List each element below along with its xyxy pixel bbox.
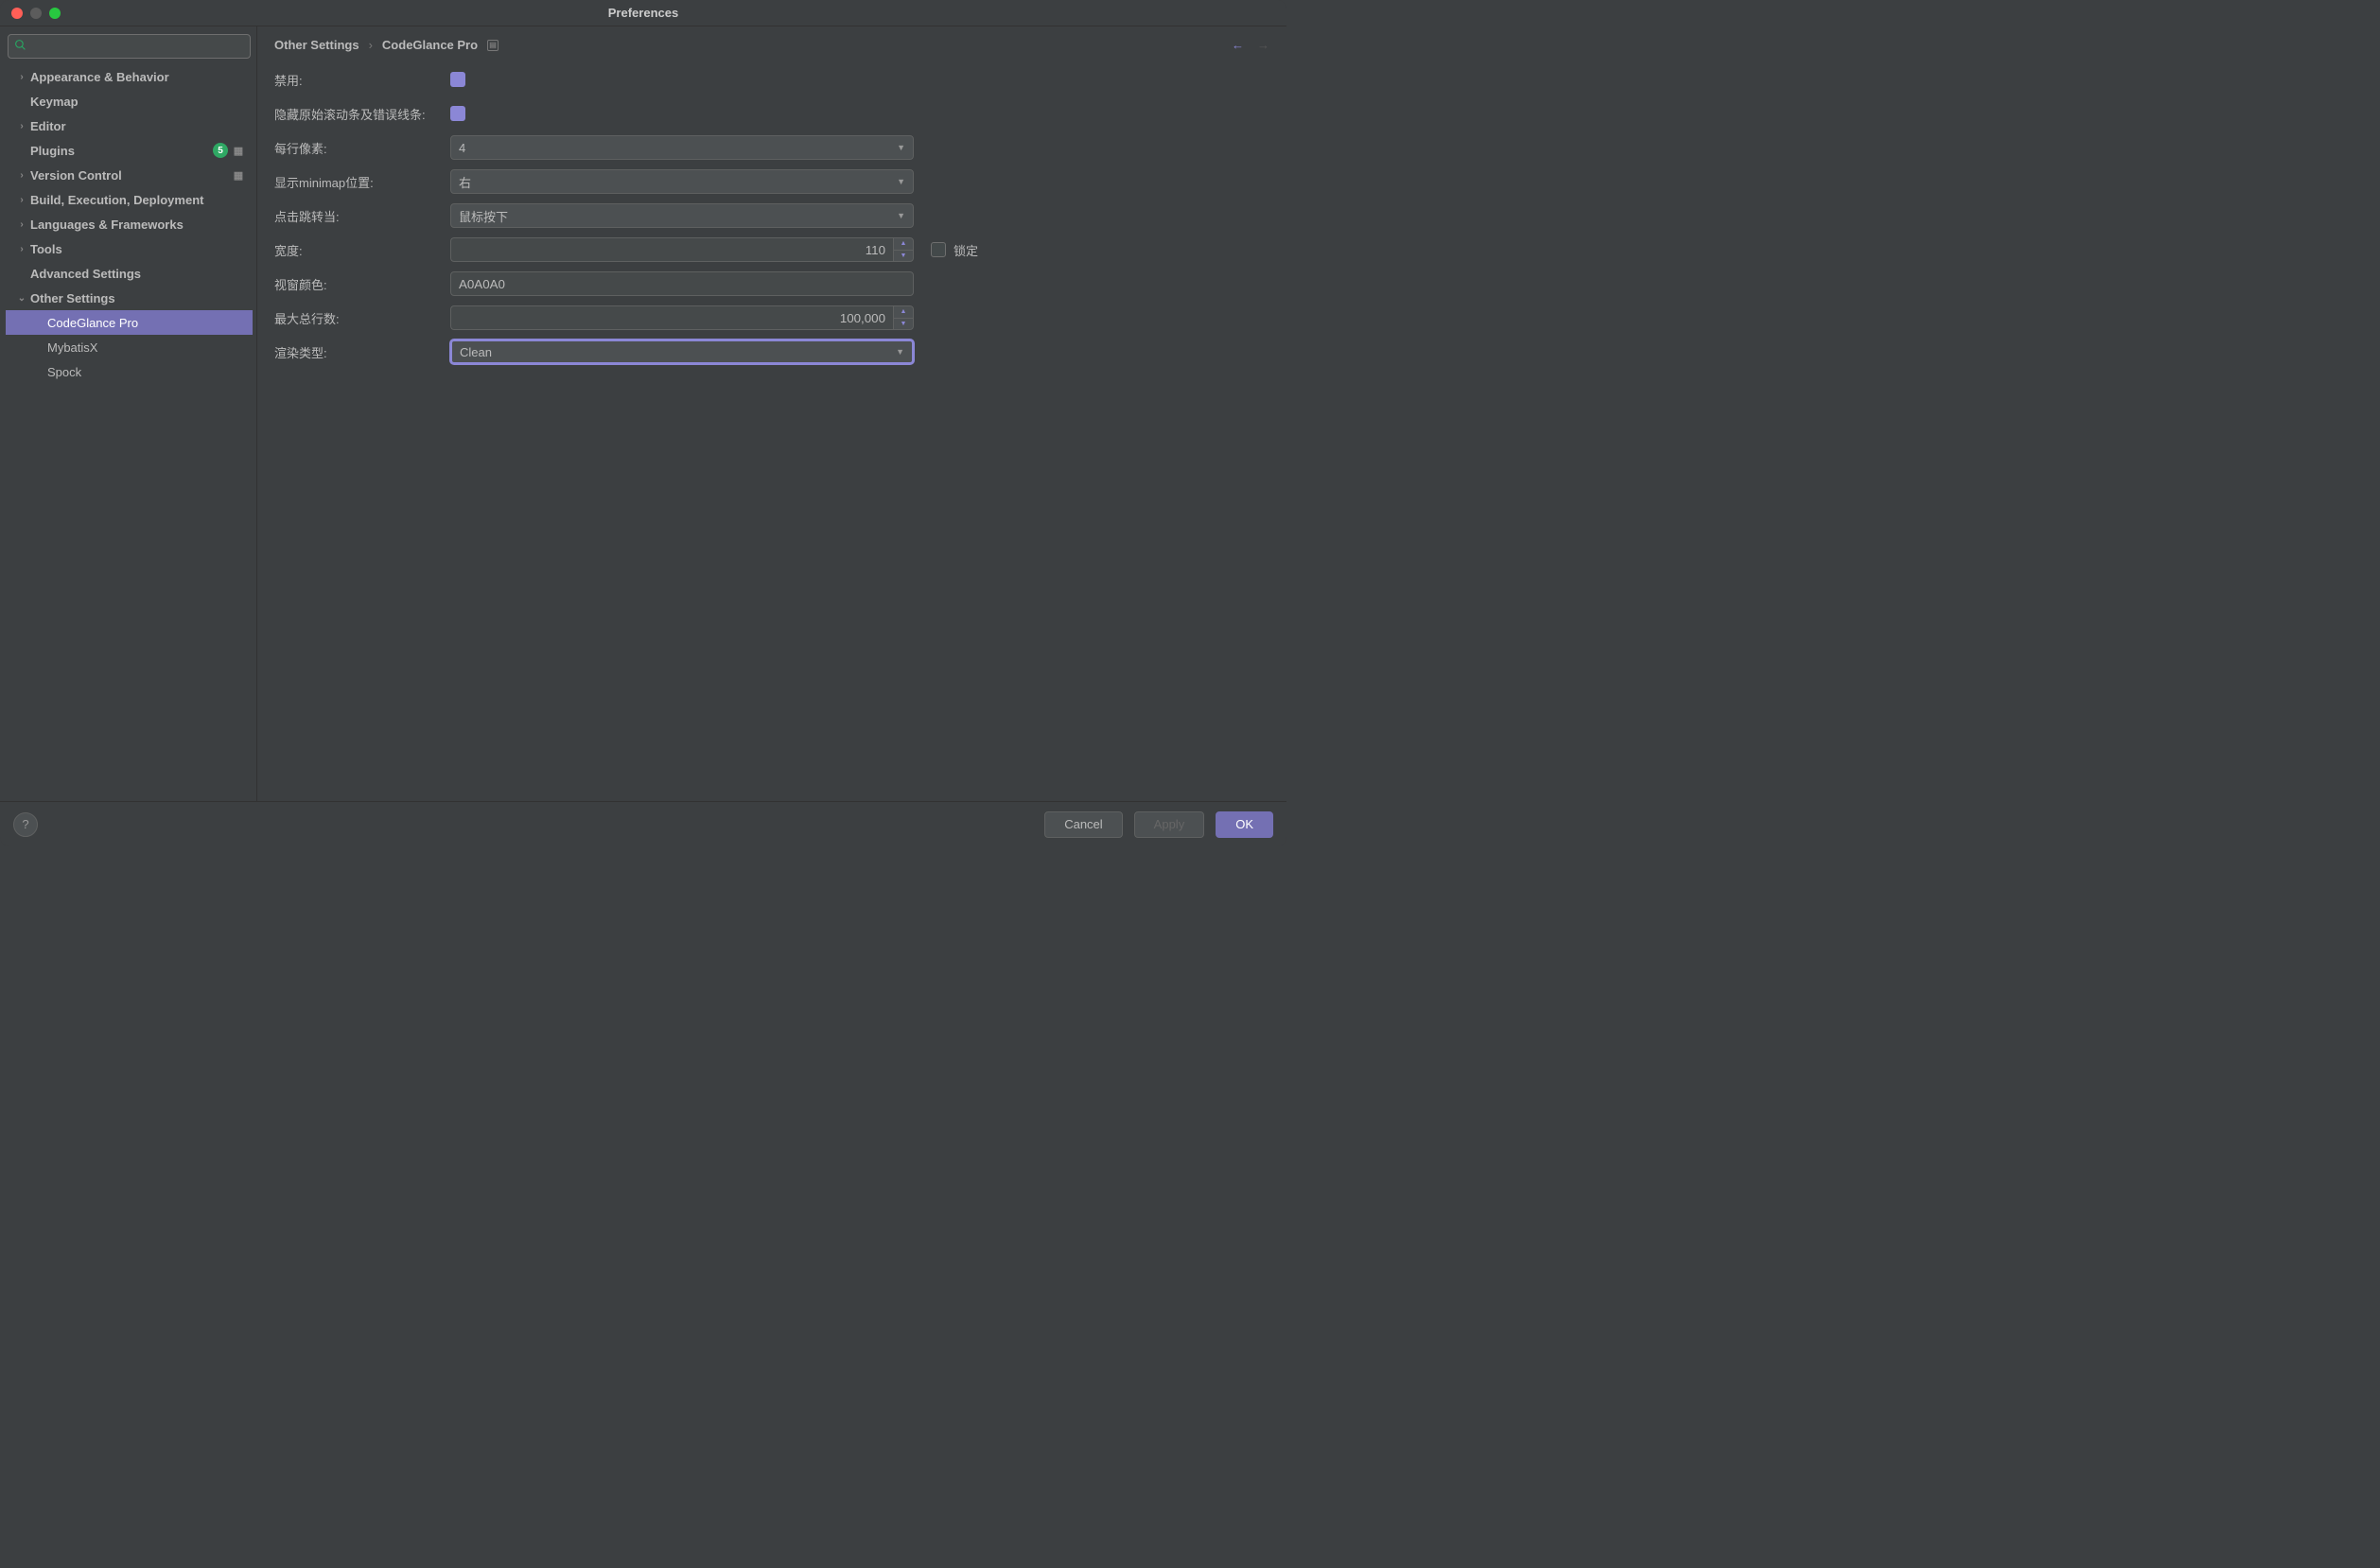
sidebar-item-keymap[interactable]: Keymap — [6, 89, 253, 113]
pixels-per-line-label: 每行像素: — [274, 139, 450, 157]
breadcrumb-separator: › — [369, 38, 373, 52]
max-lines-label: 最大总行数: — [274, 309, 450, 327]
ok-button[interactable]: OK — [1216, 811, 1273, 838]
hide-scrollbar-label: 隐藏原始滚动条及错误线条: — [274, 105, 450, 123]
viewport-color-input[interactable] — [450, 271, 914, 296]
pixels-per-line-select[interactable]: 4 ▼ — [450, 135, 914, 160]
max-lines-step-up[interactable]: ▲ — [894, 306, 913, 319]
sidebar-item-plugins[interactable]: Plugins5▦ — [6, 138, 253, 163]
width-input[interactable] — [450, 237, 893, 262]
max-lines-steppers: ▲ ▼ — [893, 305, 914, 330]
sidebar: ›Appearance & Behavior Keymap ›Editor Pl… — [0, 26, 257, 801]
sidebar-item-other-settings[interactable]: ⌄Other Settings — [6, 286, 253, 310]
chevron-right-icon: › — [15, 72, 28, 82]
disable-checkbox[interactable] — [450, 72, 465, 87]
chevron-right-icon: › — [15, 170, 28, 181]
max-lines-input[interactable] — [450, 305, 893, 330]
chevron-right-icon: › — [15, 121, 28, 131]
breadcrumb-current: CodeGlance Pro — [382, 38, 478, 52]
chevron-right-icon: › — [15, 244, 28, 254]
sidebar-item-advanced[interactable]: Advanced Settings — [6, 261, 253, 286]
width-label: 宽度: — [274, 241, 450, 259]
width-spinner: ▲ ▼ — [450, 237, 914, 262]
window-title: Preferences — [0, 6, 1286, 20]
lock-label: 锁定 — [954, 241, 978, 259]
row-minimap-position: 显示minimap位置: 右 ▼ — [274, 169, 1269, 194]
sidebar-item-build[interactable]: ›Build, Execution, Deployment — [6, 187, 253, 212]
click-jump-label: 点击跳转当: — [274, 207, 450, 225]
sidebar-item-version-control[interactable]: ›Version Control▦ — [6, 163, 253, 187]
apply-button: Apply — [1134, 811, 1205, 838]
preferences-window: Preferences ›Appearance & Behavior Keyma… — [0, 0, 1286, 846]
minimize-window-button[interactable] — [30, 8, 42, 19]
render-type-select[interactable]: Clean ▼ — [450, 340, 914, 364]
titlebar: Preferences — [0, 0, 1286, 26]
gear-icon: ▦ — [232, 168, 245, 182]
sidebar-item-mybatisx[interactable]: MybatisX — [6, 335, 253, 359]
help-icon: ? — [22, 817, 28, 831]
chevron-down-icon: ▼ — [897, 177, 905, 186]
minimap-position-select[interactable]: 右 ▼ — [450, 169, 914, 194]
footer: ? Cancel Apply OK — [0, 801, 1286, 846]
row-disable: 禁用: — [274, 67, 1269, 92]
row-click-jump: 点击跳转当: 鼠标按下 ▼ — [274, 203, 1269, 228]
lock-box: 锁定 — [931, 241, 978, 259]
sidebar-item-codeglance-pro[interactable]: CodeGlance Pro — [6, 310, 253, 335]
maximize-window-button[interactable] — [49, 8, 61, 19]
sidebar-item-spock[interactable]: Spock — [6, 359, 253, 384]
chevron-down-icon: ▼ — [896, 347, 904, 357]
search-icon — [14, 39, 26, 54]
sidebar-item-editor[interactable]: ›Editor — [6, 113, 253, 138]
row-viewport-color: 视窗颜色: — [274, 271, 1269, 296]
sidebar-item-languages[interactable]: ›Languages & Frameworks — [6, 212, 253, 236]
gear-icon: ▦ — [232, 144, 245, 157]
chevron-right-icon: › — [15, 195, 28, 205]
cancel-button[interactable]: Cancel — [1044, 811, 1122, 838]
width-step-down[interactable]: ▼ — [894, 251, 913, 262]
close-window-button[interactable] — [11, 8, 23, 19]
help-button[interactable]: ? — [13, 812, 38, 837]
settings-form: 禁用: 隐藏原始滚动条及错误线条: 每行像素: 4 ▼ — [274, 67, 1269, 364]
forward-arrow-icon: → — [1257, 38, 1269, 52]
minimap-position-label: 显示minimap位置: — [274, 173, 450, 191]
body: ›Appearance & Behavior Keymap ›Editor Pl… — [0, 26, 1286, 801]
chevron-down-icon: ⌄ — [15, 293, 28, 304]
hide-scrollbar-checkbox[interactable] — [450, 106, 465, 121]
row-width: 宽度: ▲ ▼ 锁定 — [274, 237, 1269, 262]
row-pixels-per-line: 每行像素: 4 ▼ — [274, 135, 1269, 160]
sidebar-item-appearance[interactable]: ›Appearance & Behavior — [6, 64, 253, 89]
chevron-down-icon: ▼ — [897, 211, 905, 220]
chevron-down-icon: ▼ — [897, 143, 905, 152]
click-jump-select[interactable]: 鼠标按下 ▼ — [450, 203, 914, 228]
lock-checkbox[interactable] — [931, 242, 946, 257]
search-input[interactable] — [30, 40, 244, 54]
row-render-type: 渲染类型: Clean ▼ — [274, 340, 1269, 364]
render-type-label: 渲染类型: — [274, 343, 450, 361]
window-controls — [0, 8, 61, 19]
max-lines-spinner: ▲ ▼ — [450, 305, 914, 330]
row-max-lines: 最大总行数: ▲ ▼ — [274, 305, 1269, 330]
sidebar-item-tools[interactable]: ›Tools — [6, 236, 253, 261]
settings-tree: ›Appearance & Behavior Keymap ›Editor Pl… — [6, 64, 253, 793]
disable-label: 禁用: — [274, 71, 450, 89]
search-box[interactable] — [8, 34, 251, 59]
width-steppers: ▲ ▼ — [893, 237, 914, 262]
width-step-up[interactable]: ▲ — [894, 238, 913, 251]
breadcrumb: Other Settings › CodeGlance Pro ▤ ← → — [274, 38, 1269, 52]
viewport-color-label: 视窗颜色: — [274, 275, 450, 293]
max-lines-step-down[interactable]: ▼ — [894, 319, 913, 330]
nav-arrows: ← → — [1232, 38, 1269, 52]
back-arrow-icon[interactable]: ← — [1232, 38, 1244, 52]
main-panel: Other Settings › CodeGlance Pro ▤ ← → 禁用… — [257, 26, 1286, 801]
breadcrumb-parent[interactable]: Other Settings — [274, 38, 359, 52]
row-hide-scrollbar: 隐藏原始滚动条及错误线条: — [274, 101, 1269, 126]
chevron-right-icon: › — [15, 219, 28, 230]
project-scope-icon: ▤ — [487, 40, 499, 51]
plugin-update-badge: 5 — [213, 143, 228, 158]
